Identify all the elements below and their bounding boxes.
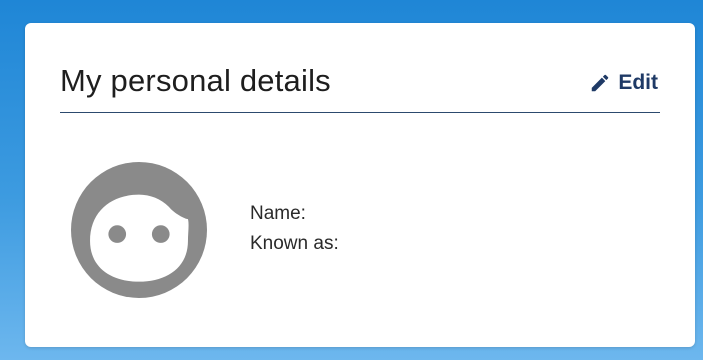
edit-button[interactable]: Edit	[589, 71, 658, 95]
edit-label: Edit	[618, 71, 658, 94]
personal-details-card: My personal details Edit Name: Known as:	[25, 23, 695, 347]
known-as-label: Known as:	[250, 233, 339, 254]
card-header: My personal details Edit	[60, 53, 660, 113]
card-title: My personal details	[60, 63, 331, 98]
name-label: Name:	[250, 203, 306, 224]
face-avatar-icon	[71, 162, 207, 298]
pencil-icon	[592, 74, 609, 92]
known-as-row: Known as:	[250, 229, 347, 259]
details-list: Name: Known as:	[250, 199, 347, 259]
name-row: Name:	[250, 199, 347, 229]
